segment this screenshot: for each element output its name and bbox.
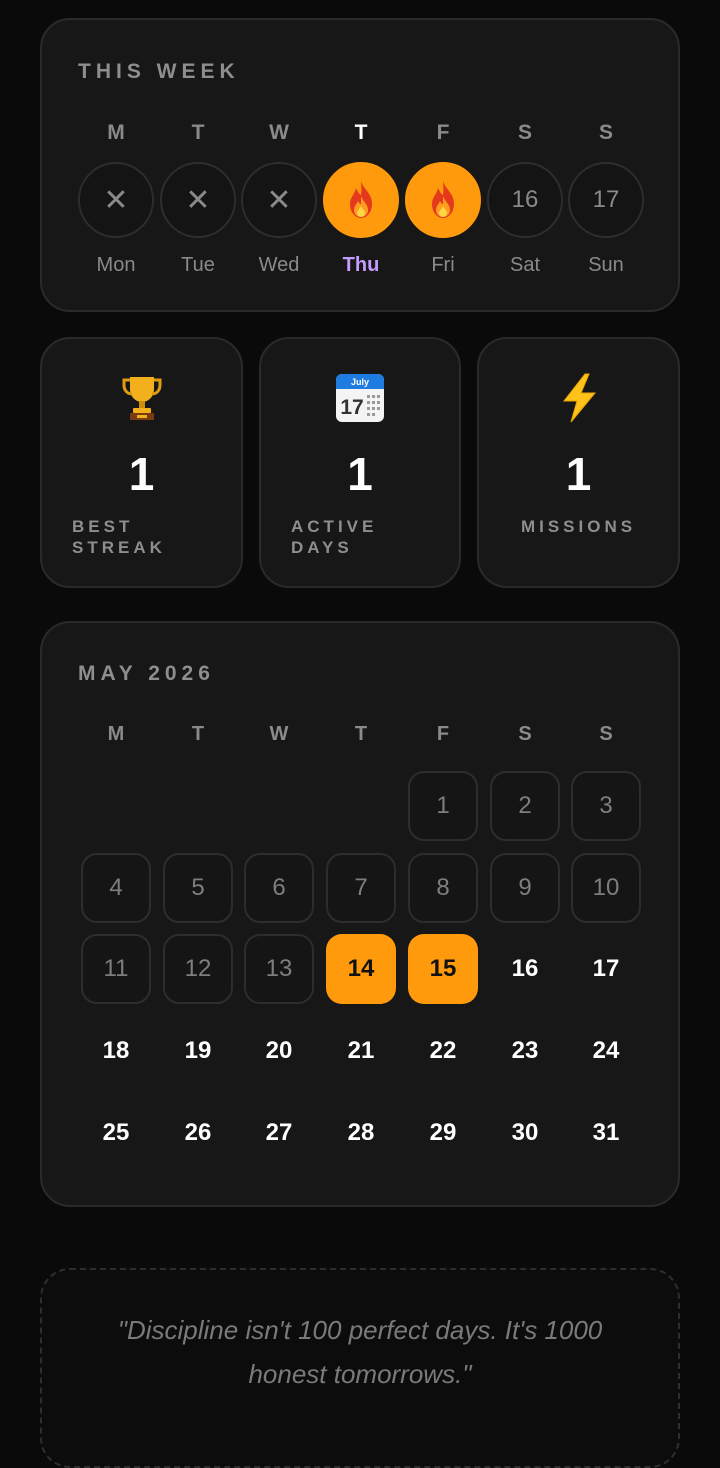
week-day-number: 16 bbox=[511, 186, 539, 213]
calendar-day-past[interactable]: 13 bbox=[244, 934, 314, 1004]
calendar-day-future[interactable]: 22 bbox=[408, 1016, 478, 1086]
svg-text:17: 17 bbox=[340, 396, 363, 419]
calendar-day-future[interactable]: 16 bbox=[490, 934, 560, 1004]
calendar-day-future[interactable]: 20 bbox=[244, 1016, 314, 1086]
active-days-value: 1 bbox=[347, 448, 373, 500]
trophy-icon bbox=[42, 373, 241, 421]
calendar-day-past[interactable]: 11 bbox=[81, 934, 151, 1004]
calendar-day-past[interactable]: 1 bbox=[408, 771, 478, 841]
quote-card: "Discipline isn't 100 perfect days. It's… bbox=[40, 1268, 680, 1468]
calendar-weekday-header: S bbox=[599, 723, 613, 745]
week-day-name: Wed bbox=[258, 254, 300, 276]
week-day-name: Fri bbox=[431, 254, 455, 276]
week-day-name: Sun bbox=[588, 254, 624, 276]
calendar-day-past[interactable]: 12 bbox=[163, 934, 233, 1004]
calendar-icon: July 17 bbox=[261, 373, 459, 423]
calendar-weekday-header: S bbox=[518, 723, 532, 745]
week-day-done-circle[interactable] bbox=[405, 162, 481, 238]
month-calendar-card: MAY 2026 M T W T F S S 1 2 3 4 5 6 7 8 9 10 11 12 13 14 15 16 1… bbox=[40, 621, 680, 1207]
best-streak-value: 1 bbox=[128, 448, 155, 500]
week-day-name: Mon bbox=[96, 254, 136, 276]
calendar-day-future[interactable]: 30 bbox=[490, 1098, 560, 1168]
lightning-icon bbox=[479, 373, 678, 423]
week-day-name: Thu bbox=[342, 254, 380, 276]
calendar-weekday-header: T bbox=[191, 723, 205, 745]
calendar-day-future[interactable]: 26 bbox=[163, 1098, 233, 1168]
week-day-upcoming-circle[interactable]: 17 bbox=[568, 162, 644, 238]
calendar-day-future[interactable]: 31 bbox=[571, 1098, 641, 1168]
calendar-day-past[interactable]: 10 bbox=[571, 853, 641, 923]
calendar-day-future[interactable]: 17 bbox=[571, 934, 641, 1004]
close-icon: ✕ bbox=[185, 183, 211, 217]
calendar-weekday-header: M bbox=[107, 723, 125, 745]
this-week-title: THIS WEEK bbox=[78, 60, 240, 83]
calendar-day-past[interactable]: 8 bbox=[408, 853, 478, 923]
week-day-missed-circle[interactable]: ✕ bbox=[78, 162, 154, 238]
calendar-day-past[interactable]: 4 bbox=[81, 853, 151, 923]
week-day-done-circle[interactable] bbox=[323, 162, 399, 238]
week-day-letter: W bbox=[269, 121, 289, 144]
calendar-day-future[interactable]: 21 bbox=[326, 1016, 396, 1086]
calendar-day-past[interactable]: 7 bbox=[326, 853, 396, 923]
calendar-day-future[interactable]: 29 bbox=[408, 1098, 478, 1168]
calendar-day-past[interactable]: 2 bbox=[490, 771, 560, 841]
svg-text:July: July bbox=[351, 377, 369, 387]
calendar-day-past[interactable]: 5 bbox=[163, 853, 233, 923]
close-icon: ✕ bbox=[266, 183, 292, 217]
fire-icon bbox=[426, 180, 460, 220]
week-day-name: Tue bbox=[181, 254, 215, 276]
missions-card: 1 MISSIONS bbox=[477, 337, 680, 588]
calendar-day-future[interactable]: 28 bbox=[326, 1098, 396, 1168]
calendar-day-past[interactable]: 9 bbox=[490, 853, 560, 923]
close-icon: ✕ bbox=[103, 183, 129, 217]
week-day-number: 17 bbox=[592, 186, 620, 213]
week-day-missed-circle[interactable]: ✕ bbox=[160, 162, 236, 238]
this-week-card: THIS WEEK M ✕ Mon T ✕ Tue W ✕ Wed T Thu F Fri S 16 Sat S… bbox=[40, 18, 680, 312]
week-day-letter: S bbox=[517, 121, 532, 144]
active-days-label: ACTIVE DAYS bbox=[291, 517, 378, 557]
week-day-letter: M bbox=[107, 121, 125, 144]
calendar-day-active[interactable]: 15 bbox=[408, 934, 478, 1004]
week-day-letter: T bbox=[354, 121, 368, 144]
calendar-weekday-header: W bbox=[269, 723, 289, 745]
missions-label: MISSIONS bbox=[520, 517, 637, 536]
calendar-day-past[interactable]: 3 bbox=[571, 771, 641, 841]
calendar-day-future[interactable]: 24 bbox=[571, 1016, 641, 1086]
calendar-month-title: MAY 2026 bbox=[78, 662, 215, 685]
calendar-day-future[interactable]: 18 bbox=[81, 1016, 151, 1086]
week-day-name: Sat bbox=[509, 254, 541, 276]
week-day-upcoming-circle[interactable]: 16 bbox=[487, 162, 563, 238]
calendar-weekday-header: T bbox=[354, 723, 368, 745]
calendar-day-future[interactable]: 27 bbox=[244, 1098, 314, 1168]
active-days-card: July 17 1 ACTIVE DAYS bbox=[259, 337, 461, 588]
calendar-day-future[interactable]: 19 bbox=[163, 1016, 233, 1086]
calendar-day-future[interactable]: 25 bbox=[81, 1098, 151, 1168]
quote-text: "Discipline isn't 100 perfect days. It's… bbox=[117, 1315, 603, 1389]
week-day-letter: F bbox=[436, 121, 450, 144]
best-streak-card: 1 BEST STREAK bbox=[40, 337, 243, 588]
calendar-day-active[interactable]: 14 bbox=[326, 934, 396, 1004]
fire-icon bbox=[344, 180, 378, 220]
week-day-letter: T bbox=[191, 121, 205, 144]
best-streak-label: BEST STREAK bbox=[72, 517, 166, 557]
calendar-weekday-header: F bbox=[436, 723, 450, 745]
calendar-day-future[interactable]: 23 bbox=[490, 1016, 560, 1086]
week-day-letter: S bbox=[598, 121, 613, 144]
missions-value: 1 bbox=[565, 448, 592, 500]
week-day-missed-circle[interactable]: ✕ bbox=[241, 162, 317, 238]
calendar-day-past[interactable]: 6 bbox=[244, 853, 314, 923]
